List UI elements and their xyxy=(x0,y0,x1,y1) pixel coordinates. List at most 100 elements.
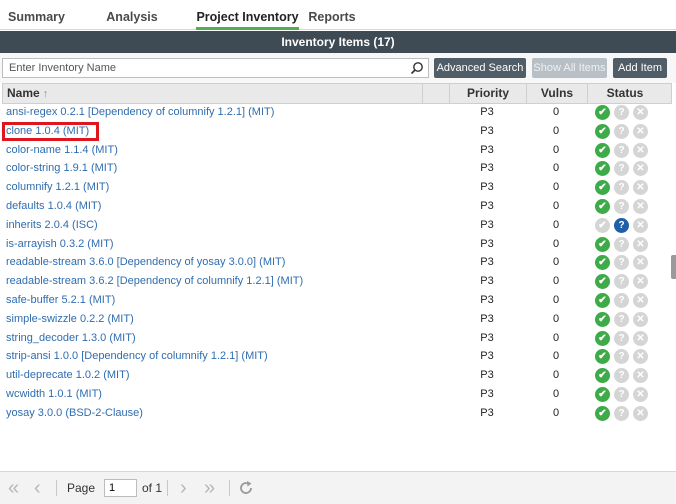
table-row[interactable]: strip-ansi 1.0.0 [Dependency of columnif… xyxy=(2,348,672,367)
tab-summary[interactable]: Summary xyxy=(3,0,70,30)
pending-question-icon[interactable]: ? xyxy=(614,123,629,139)
tab-project-inventory[interactable]: Project Inventory xyxy=(196,0,299,30)
pending-question-icon[interactable]: ? xyxy=(614,105,629,120)
rejected-x-icon[interactable]: ✕ xyxy=(633,330,648,346)
table-row[interactable]: inherits 2.0.4 (ISC) P3 0 ✔? ✕ xyxy=(2,217,672,236)
table-row[interactable]: readable-stream 3.6.2 [Dependency of col… xyxy=(2,273,672,292)
inventory-item-link[interactable]: util-deprecate 1.0.2 (MIT) xyxy=(6,367,130,386)
table-row[interactable]: color-string 1.9.1 (MIT) P3 0 ✔? ✕ xyxy=(2,160,672,179)
search-icon[interactable] xyxy=(410,61,424,75)
column-header-name[interactable]: Name ↑ xyxy=(7,84,48,103)
inventory-item-link[interactable]: readable-stream 3.6.2 [Dependency of col… xyxy=(6,273,303,292)
rejected-x-icon[interactable]: ✕ xyxy=(633,349,648,365)
pending-question-icon[interactable]: ? xyxy=(614,161,629,177)
table-row[interactable]: is-arrayish 0.3.2 (MIT) P3 0 ✔? ✕ xyxy=(2,236,672,255)
column-header-status[interactable]: Status xyxy=(588,84,662,103)
tab-analysis-workbench[interactable]: Analysis Workbench xyxy=(74,0,190,58)
table-row[interactable]: color-name 1.1.4 (MIT) P3 0 ✔? ✕ xyxy=(2,142,672,161)
refresh-icon[interactable] xyxy=(238,480,254,496)
approved-check-icon[interactable]: ✔ xyxy=(595,236,610,252)
tab-reports[interactable]: Reports xyxy=(305,0,359,30)
inventory-item-link[interactable]: color-string 1.9.1 (MIT) xyxy=(6,160,117,179)
approved-check-icon[interactable]: ✔ xyxy=(595,105,610,120)
approved-check-icon[interactable]: ✔ xyxy=(595,199,610,214)
previous-page-icon[interactable]: ‹ xyxy=(34,477,41,499)
inventory-item-link[interactable]: strip-ansi 1.0.0 [Dependency of columnif… xyxy=(6,348,268,367)
rejected-x-icon[interactable]: ✕ xyxy=(633,405,648,421)
pending-question-icon[interactable]: ? xyxy=(614,387,629,402)
inventory-item-link[interactable]: readable-stream 3.6.0 [Dependency of yos… xyxy=(6,254,285,273)
approved-check-icon[interactable]: ✔ xyxy=(595,368,610,384)
add-item-button[interactable]: Add Item xyxy=(613,58,667,78)
table-row[interactable]: readable-stream 3.6.0 [Dependency of yos… xyxy=(2,254,672,273)
column-header-vulns[interactable]: Vulns xyxy=(527,84,587,103)
pending-question-icon[interactable]: ? xyxy=(614,255,629,271)
table-row[interactable]: safe-buffer 5.2.1 (MIT) P3 0 ✔? ✕ xyxy=(2,292,672,311)
inventory-item-link[interactable]: color-name 1.1.4 (MIT) xyxy=(6,142,118,161)
search-input[interactable] xyxy=(3,59,408,77)
next-page-icon[interactable]: › xyxy=(180,477,187,499)
table-row[interactable]: ansi-regex 0.2.1 [Dependency of columnif… xyxy=(2,104,672,123)
approved-check-icon[interactable]: ✔ xyxy=(595,274,610,290)
last-page-icon[interactable]: » xyxy=(204,477,215,499)
inventory-item-link[interactable]: yosay 3.0.0 (BSD-2-Clause) xyxy=(6,405,143,424)
advanced-search-button[interactable]: Advanced Search xyxy=(434,58,526,78)
rejected-x-icon[interactable]: ✕ xyxy=(633,217,648,233)
rejected-x-icon[interactable]: ✕ xyxy=(633,368,648,384)
inventory-item-link[interactable]: simple-swizzle 0.2.2 (MIT) xyxy=(6,311,134,330)
inventory-item-link[interactable]: inherits 2.0.4 (ISC) xyxy=(6,217,98,236)
table-row[interactable]: simple-swizzle 0.2.2 (MIT) P3 0 ✔? ✕ xyxy=(2,311,672,330)
table-row[interactable]: columnify 1.2.1 (MIT) P3 0 ✔? ✕ xyxy=(2,179,672,198)
pending-question-icon[interactable]: ? xyxy=(614,330,629,346)
inventory-item-link[interactable]: string_decoder 1.3.0 (MIT) xyxy=(6,330,136,349)
approved-check-icon[interactable]: ✔ xyxy=(595,311,610,327)
rejected-x-icon[interactable]: ✕ xyxy=(633,123,648,139)
pending-question-icon[interactable]: ? xyxy=(614,180,629,196)
pending-question-icon[interactable]: ? xyxy=(614,311,629,327)
pending-question-icon[interactable]: ? xyxy=(614,349,629,365)
approved-check-icon[interactable]: ✔ xyxy=(595,180,610,196)
side-panel-handle[interactable] xyxy=(671,255,676,279)
approved-check-icon[interactable]: ✔ xyxy=(595,349,610,365)
first-page-icon[interactable]: « xyxy=(8,477,19,499)
inventory-item-link[interactable]: ansi-regex 0.2.1 [Dependency of columnif… xyxy=(6,104,274,123)
table-row[interactable]: wcwidth 1.0.1 (MIT) P3 0 ✔? ✕ xyxy=(2,386,672,405)
inventory-item-link[interactable]: safe-buffer 5.2.1 (MIT) xyxy=(6,292,115,311)
approved-check-icon[interactable]: ✔ xyxy=(595,217,610,233)
pending-question-icon[interactable]: ? xyxy=(614,236,629,252)
table-row[interactable]: string_decoder 1.3.0 (MIT) P3 0 ✔? ✕ xyxy=(2,330,672,349)
rejected-x-icon[interactable]: ✕ xyxy=(633,236,648,252)
rejected-x-icon[interactable]: ✕ xyxy=(633,142,648,158)
show-all-items-button[interactable]: Show All Items xyxy=(532,58,607,78)
rejected-x-icon[interactable]: ✕ xyxy=(633,387,648,402)
pending-question-icon[interactable]: ? xyxy=(614,199,629,214)
approved-check-icon[interactable]: ✔ xyxy=(595,255,610,271)
inventory-item-link[interactable]: defaults 1.0.4 (MIT) xyxy=(6,198,101,217)
rejected-x-icon[interactable]: ✕ xyxy=(633,105,648,120)
table-row[interactable]: defaults 1.0.4 (MIT) P3 0 ✔? ✕ xyxy=(2,198,672,217)
pending-question-icon[interactable]: ? xyxy=(614,217,629,233)
rejected-x-icon[interactable]: ✕ xyxy=(633,274,648,290)
table-row[interactable]: clone 1.0.4 (MIT) P3 0 ✔? ✕ xyxy=(2,123,672,142)
table-row[interactable]: yosay 3.0.0 (BSD-2-Clause) P3 0 ✔? ✕ xyxy=(2,405,672,424)
pending-question-icon[interactable]: ? xyxy=(614,368,629,384)
inventory-item-link[interactable]: columnify 1.2.1 (MIT) xyxy=(6,179,109,198)
inventory-item-link[interactable]: wcwidth 1.0.1 (MIT) xyxy=(6,386,102,405)
approved-check-icon[interactable]: ✔ xyxy=(595,387,610,402)
column-header-priority[interactable]: Priority xyxy=(450,84,526,103)
approved-check-icon[interactable]: ✔ xyxy=(595,293,610,308)
rejected-x-icon[interactable]: ✕ xyxy=(633,180,648,196)
rejected-x-icon[interactable]: ✕ xyxy=(633,255,648,271)
rejected-x-icon[interactable]: ✕ xyxy=(633,311,648,327)
approved-check-icon[interactable]: ✔ xyxy=(595,330,610,346)
page-number-input[interactable] xyxy=(104,479,137,497)
inventory-item-link[interactable]: is-arrayish 0.3.2 (MIT) xyxy=(6,236,114,255)
rejected-x-icon[interactable]: ✕ xyxy=(633,161,648,177)
approved-check-icon[interactable]: ✔ xyxy=(595,405,610,421)
approved-check-icon[interactable]: ✔ xyxy=(595,142,610,158)
pending-question-icon[interactable]: ? xyxy=(614,142,629,158)
pending-question-icon[interactable]: ? xyxy=(614,405,629,421)
pending-question-icon[interactable]: ? xyxy=(614,274,629,290)
pending-question-icon[interactable]: ? xyxy=(614,293,629,308)
approved-check-icon[interactable]: ✔ xyxy=(595,161,610,177)
